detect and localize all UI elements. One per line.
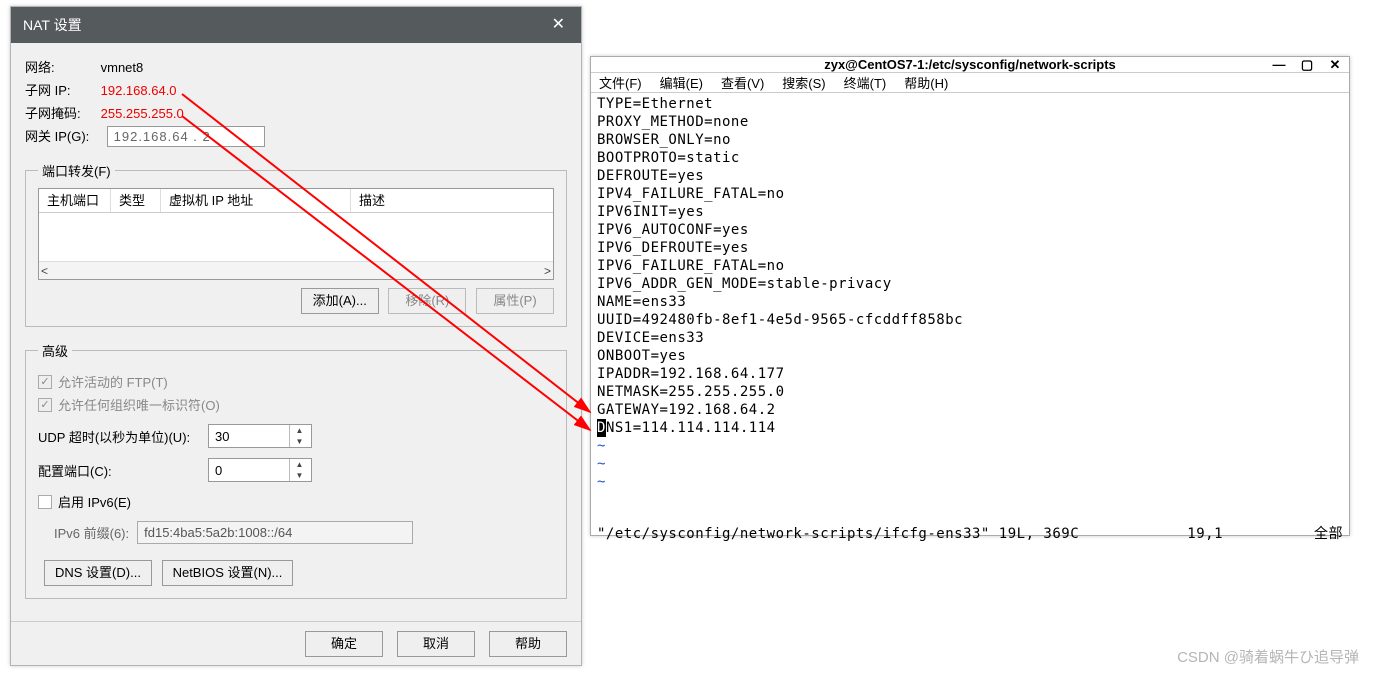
maximize-icon[interactable]: ▢ xyxy=(1299,57,1315,73)
vim-status-line: "/etc/sysconfig/network-scripts/ifcfg-en… xyxy=(597,525,1343,543)
udp-timeout-row: UDP 超时(以秒为单位)(U): ▲▼ xyxy=(38,424,554,448)
help-button[interactable]: 帮助 xyxy=(489,631,567,657)
network-row: 网络: vmnet8 xyxy=(25,57,567,76)
enable-ipv6-checkbox[interactable] xyxy=(38,495,52,509)
allow-ftp-checkbox xyxy=(38,375,52,389)
col-host-port[interactable]: 主机端口 xyxy=(39,189,111,212)
port-forward-body: < > xyxy=(39,213,553,279)
menu-help[interactable]: 帮助(H) xyxy=(904,73,948,92)
nat-title-text: NAT 设置 xyxy=(23,7,82,43)
menu-file[interactable]: 文件(F) xyxy=(599,73,642,92)
netbios-settings-button[interactable]: NetBIOS 设置(N)... xyxy=(162,560,294,586)
status-pos: 19,1 xyxy=(1187,525,1223,543)
remove-button: 移除(R) xyxy=(388,288,466,314)
spin-down-icon[interactable]: ▼ xyxy=(290,470,309,481)
ipv6-prefix-input xyxy=(137,521,413,544)
dialog-footer: 确定 取消 帮助 xyxy=(11,621,581,665)
advanced-legend: 高级 xyxy=(38,341,72,360)
minimize-icon[interactable]: — xyxy=(1271,57,1287,73)
status-right: 全部 xyxy=(1314,525,1343,543)
col-desc[interactable]: 描述 xyxy=(351,189,553,212)
subnet-mask-row: 子网掩码: 255.255.255.0 xyxy=(25,103,567,122)
subnet-ip-value: 192.168.64.0 xyxy=(101,83,177,98)
oui-row: 允许任何组织唯一标识符(O) xyxy=(38,395,554,414)
port-forward-header: 主机端口 类型 虚拟机 IP 地址 描述 xyxy=(39,189,553,213)
ipv6-row: 启用 IPv6(E) xyxy=(38,492,554,511)
col-type[interactable]: 类型 xyxy=(111,189,161,212)
enable-ipv6-label: 启用 IPv6(E) xyxy=(58,492,131,511)
cfg-port-spinner[interactable]: ▲▼ xyxy=(208,458,312,482)
menu-edit[interactable]: 编辑(E) xyxy=(660,73,703,92)
col-vm-ip[interactable]: 虚拟机 IP 地址 xyxy=(161,189,351,212)
menu-terminal[interactable]: 终端(T) xyxy=(844,73,887,92)
cfg-port-input[interactable] xyxy=(209,463,289,478)
terminal-titlebar[interactable]: zyx@CentOS7-1:/etc/sysconfig/network-scr… xyxy=(591,57,1349,73)
scroll-right-icon[interactable]: > xyxy=(544,264,551,278)
add-button[interactable]: 添加(A)... xyxy=(301,288,379,314)
spin-up-icon[interactable]: ▲ xyxy=(290,425,309,436)
subnet-ip-label: 子网 IP: xyxy=(25,80,97,99)
port-forward-group: 端口转发(F) 主机端口 类型 虚拟机 IP 地址 描述 < > 添加(A)..… xyxy=(25,161,567,327)
properties-button: 属性(P) xyxy=(476,288,554,314)
cancel-button[interactable]: 取消 xyxy=(397,631,475,657)
menu-search[interactable]: 搜索(S) xyxy=(782,73,825,92)
ok-button[interactable]: 确定 xyxy=(305,631,383,657)
watermark: CSDN @骑着蜗牛ひ追导弹 xyxy=(1177,646,1359,667)
udp-timeout-spinner[interactable]: ▲▼ xyxy=(208,424,312,448)
nat-body: 网络: vmnet8 子网 IP: 192.168.64.0 子网掩码: 255… xyxy=(11,43,581,621)
menu-view[interactable]: 查看(V) xyxy=(721,73,764,92)
nat-titlebar[interactable]: NAT 设置 ✕ xyxy=(11,7,581,43)
gateway-input[interactable] xyxy=(107,126,265,147)
status-file: "/etc/sysconfig/network-scripts/ifcfg-en… xyxy=(597,525,1079,543)
port-forward-legend: 端口转发(F) xyxy=(38,161,115,180)
allow-ftp-label: 允许活动的 FTP(T) xyxy=(58,372,168,391)
gateway-label: 网关 IP(G): xyxy=(25,126,103,145)
scroll-left-icon[interactable]: < xyxy=(41,264,48,278)
table-hscrollbar[interactable]: < > xyxy=(39,261,553,279)
ipv6-prefix-row: IPv6 前缀(6): xyxy=(54,521,554,544)
terminal-title-text: zyx@CentOS7-1:/etc/sysconfig/network-scr… xyxy=(824,57,1116,72)
network-value: vmnet8 xyxy=(101,60,144,75)
spin-down-icon[interactable]: ▼ xyxy=(290,436,309,447)
udp-timeout-label: UDP 超时(以秒为单位)(U): xyxy=(38,427,208,446)
network-label: 网络: xyxy=(25,57,97,76)
terminal-window: zyx@CentOS7-1:/etc/sysconfig/network-scr… xyxy=(590,56,1350,536)
nat-settings-dialog: NAT 设置 ✕ 网络: vmnet8 子网 IP: 192.168.64.0 … xyxy=(10,6,582,666)
subnet-mask-value: 255.255.255.0 xyxy=(101,106,184,121)
gateway-row: 网关 IP(G): xyxy=(25,126,567,147)
dns-settings-button[interactable]: DNS 设置(D)... xyxy=(44,560,152,586)
terminal-body[interactable]: TYPE=Ethernet PROXY_METHOD=none BROWSER_… xyxy=(591,93,1349,547)
ftp-row: 允许活动的 FTP(T) xyxy=(38,372,554,391)
allow-oui-label: 允许任何组织唯一标识符(O) xyxy=(58,395,220,414)
terminal-menubar: 文件(F) 编辑(E) 查看(V) 搜索(S) 终端(T) 帮助(H) xyxy=(591,73,1349,93)
allow-oui-checkbox xyxy=(38,398,52,412)
udp-timeout-input[interactable] xyxy=(209,429,289,444)
subnet-ip-row: 子网 IP: 192.168.64.0 xyxy=(25,80,567,99)
close-icon[interactable]: ✕ xyxy=(1327,57,1343,73)
spin-up-icon[interactable]: ▲ xyxy=(290,459,309,470)
advanced-group: 高级 允许活动的 FTP(T) 允许任何组织唯一标识符(O) UDP 超时(以秒… xyxy=(25,341,567,599)
subnet-mask-label: 子网掩码: xyxy=(25,103,97,122)
close-icon[interactable]: ✕ xyxy=(548,7,569,43)
port-forward-table[interactable]: 主机端口 类型 虚拟机 IP 地址 描述 < > xyxy=(38,188,554,280)
cfg-port-label: 配置端口(C): xyxy=(38,461,208,480)
cfg-port-row: 配置端口(C): ▲▼ xyxy=(38,458,554,482)
ipv6-prefix-label: IPv6 前缀(6): xyxy=(54,523,129,542)
